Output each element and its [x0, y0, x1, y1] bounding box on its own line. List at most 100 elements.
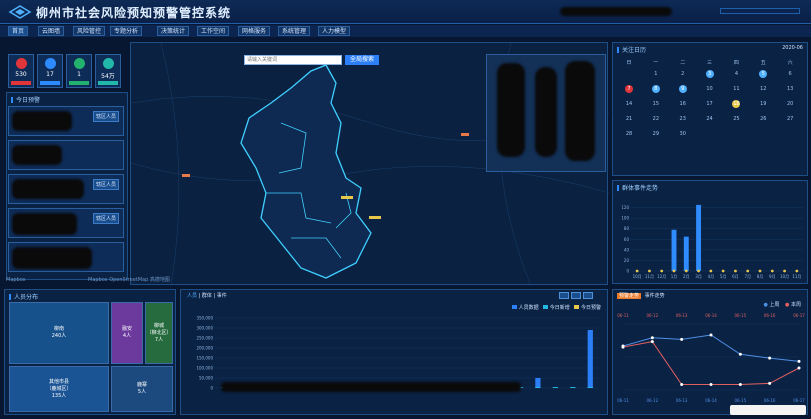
calendar-day[interactable]: 11	[729, 86, 743, 92]
bar[interactable]	[683, 236, 689, 271]
treemap-block[interactable]: 融安 4人	[111, 302, 143, 364]
calendar-day[interactable]: 18	[729, 101, 743, 107]
header-tools	[720, 8, 800, 14]
calendar-day[interactable]: 26	[756, 116, 770, 122]
nav-item-workspace[interactable]: 工作空间	[197, 26, 230, 36]
search-input[interactable]	[244, 55, 342, 65]
calendar-month[interactable]: 2020-06	[782, 45, 803, 51]
nav-item-home[interactable]: 首页	[8, 26, 29, 36]
calendar-day[interactable]: 27	[783, 116, 797, 122]
calendar-day[interactable]: 15	[649, 101, 663, 107]
series-point[interactable]	[650, 340, 654, 344]
panel-title: 人员分布	[9, 292, 38, 301]
stat-card-tasks[interactable]: 17	[37, 54, 63, 88]
tab-event-trend[interactable]: 事件走势	[643, 293, 667, 299]
bar[interactable]	[671, 229, 677, 271]
nav-item-decision-stats[interactable]: 决策统计	[157, 26, 190, 36]
population-distribution-panel: 人员分布 柳南 240人 融安 4人 柳城 （柳北区） 7人 其他市县 （鹿城区…	[4, 289, 176, 415]
bar[interactable]	[696, 204, 702, 271]
baseline-point	[672, 269, 676, 273]
baseline-point	[697, 269, 700, 273]
nav-item-cloud-wall[interactable]: 云图墙	[38, 26, 65, 36]
series-point[interactable]	[650, 336, 654, 340]
series-point[interactable]	[709, 383, 713, 386]
ime-toolbar[interactable]	[730, 405, 806, 415]
tab-warning-trend[interactable]: 预警走势	[617, 293, 642, 299]
detail-popup[interactable]	[486, 54, 606, 172]
tab-group[interactable]: 群体	[202, 293, 212, 299]
calendar-day[interactable]: 28	[622, 131, 636, 137]
x-tick-label: 06-16	[764, 398, 776, 403]
tab-event[interactable]: 事件	[217, 293, 227, 299]
bar[interactable]	[587, 330, 593, 388]
series-point[interactable]	[621, 345, 625, 349]
treemap-block[interactable]: 鹿寨 5人	[111, 366, 173, 412]
calendar-day[interactable]: 29	[649, 131, 663, 137]
calendar-day[interactable]: 13	[783, 86, 797, 92]
bar-base	[587, 387, 593, 388]
y-tick-label: 250,000	[196, 336, 213, 341]
series-point[interactable]	[768, 356, 772, 360]
treemap-block[interactable]: 其他市县 （鹿城区） 135人	[9, 366, 109, 412]
y-tick-label: 120	[621, 205, 629, 210]
list-item[interactable]: 辖区人员	[8, 106, 124, 136]
calendar-day[interactable]: 1	[649, 71, 663, 77]
treemap-block[interactable]: 柳南 240人	[9, 302, 109, 364]
calendar-day[interactable]: 22	[649, 116, 663, 122]
calendar-day[interactable]: 30	[676, 131, 690, 137]
nav-item-topic-analysis[interactable]: 专题分析	[110, 26, 143, 36]
stat-card-alerts[interactable]: 530	[8, 54, 34, 88]
header-bar: 柳州市社会风险预知预警管控系统	[0, 0, 811, 24]
series-point[interactable]	[738, 383, 742, 386]
list-item[interactable]	[8, 242, 124, 272]
nav-item-manpower-model[interactable]: 人力模型	[318, 26, 351, 36]
tab-person[interactable]: 人员	[187, 293, 197, 299]
calendar-day[interactable]: 4	[729, 71, 743, 77]
stat-card-population[interactable]: 54万	[95, 54, 121, 88]
calendar-day[interactable]: 20	[783, 101, 797, 107]
calendar-day[interactable]: 12	[756, 86, 770, 92]
calendar-day[interactable]: 5	[756, 71, 770, 77]
toolbar-button[interactable]	[559, 292, 569, 299]
calendar-day[interactable]: 7	[622, 86, 636, 92]
series-point[interactable]	[797, 359, 801, 363]
search-button[interactable]: 全局搜索	[345, 55, 379, 65]
series-point[interactable]	[680, 337, 684, 341]
series-point[interactable]	[797, 366, 801, 370]
series-point[interactable]	[680, 383, 684, 386]
x-tick-label: 7月	[744, 274, 751, 279]
calendar-day[interactable]: 2	[676, 71, 690, 77]
series-point[interactable]	[738, 352, 742, 356]
nav-item-risk-control[interactable]: 风险管控	[73, 26, 106, 36]
calendar-day[interactable]: 19	[756, 101, 770, 107]
series-point[interactable]	[709, 333, 713, 337]
toolbar-button[interactable]	[571, 292, 581, 299]
toolbar-button[interactable]	[583, 292, 593, 299]
series-point[interactable]	[768, 381, 772, 385]
treemap-block[interactable]: 柳城 （柳北区） 7人	[145, 302, 173, 364]
calendar-day[interactable]: 17	[703, 101, 717, 107]
nav-item-grid-service[interactable]: 网格服务	[238, 26, 271, 36]
nav-item-system-admin[interactable]: 系统管理	[278, 26, 311, 36]
calendar-day[interactable]: 3	[703, 71, 717, 77]
calendar-day[interactable]: 25	[729, 116, 743, 122]
baseline-point	[783, 269, 786, 273]
stat-card-events[interactable]: 1	[66, 54, 92, 88]
map-source-label: Mapbox	[88, 277, 108, 283]
calendar-day[interactable]: 24	[703, 116, 717, 122]
list-item[interactable]	[8, 140, 124, 170]
calendar-day[interactable]: 14	[622, 101, 636, 107]
calendar-day[interactable]: 10	[703, 86, 717, 92]
bar[interactable]	[535, 378, 541, 388]
population-bar-chart: 0 50,000 100,000 150,000 200,000 250,000 300,0…	[196, 316, 599, 391]
calendar-day[interactable]: 6	[783, 71, 797, 77]
calendar-day[interactable]: 16	[676, 101, 690, 107]
calendar-day[interactable]: 21	[622, 116, 636, 122]
calendar-day[interactable]: 23	[676, 116, 690, 122]
list-item[interactable]: 辖区人员	[8, 208, 124, 238]
calendar-day[interactable]: 8	[649, 86, 663, 92]
map-view[interactable]: Mapbox	[6, 42, 609, 286]
calendar-day[interactable]: 9	[676, 86, 690, 92]
x-tick-label: 3月	[695, 274, 702, 279]
list-item[interactable]: 辖区人员	[8, 174, 124, 204]
